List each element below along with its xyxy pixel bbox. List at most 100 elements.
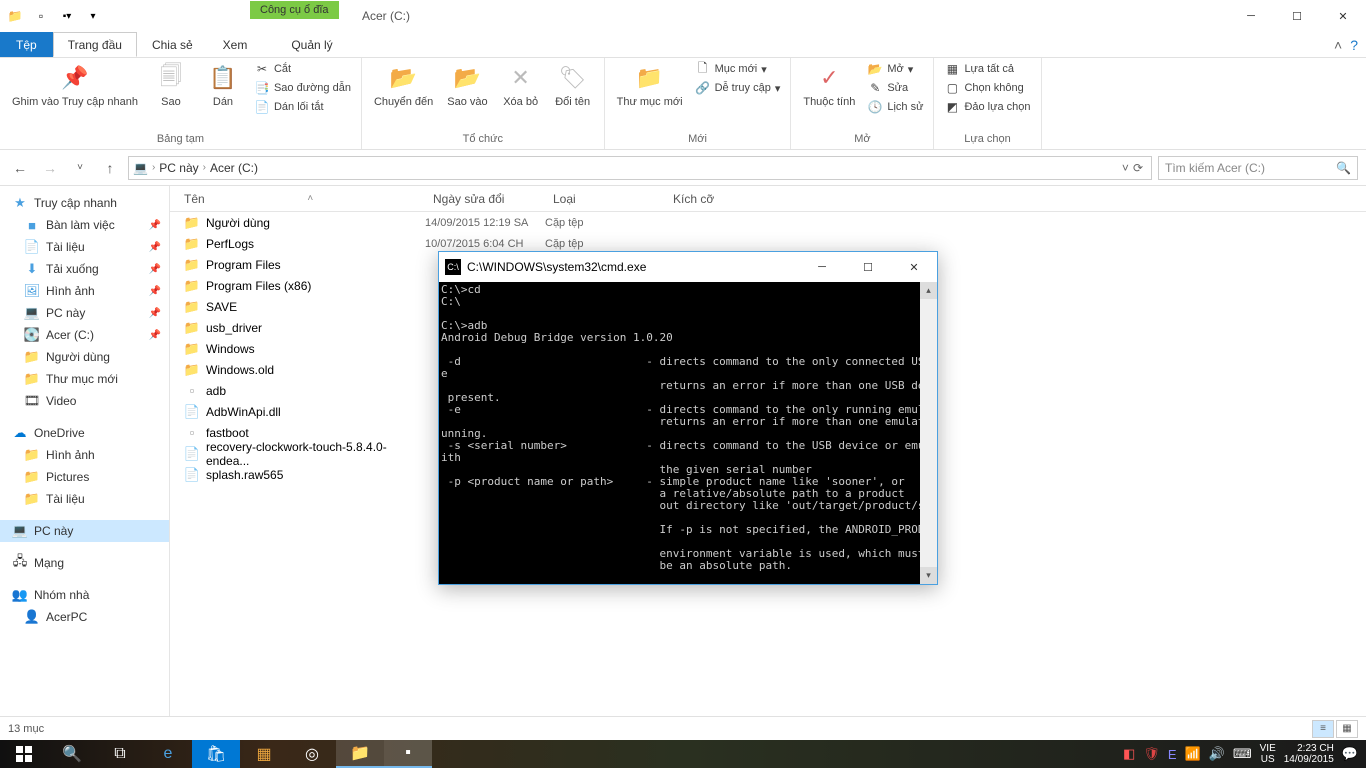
- start-button[interactable]: [0, 740, 48, 768]
- maximize-button[interactable]: ☐: [1274, 0, 1320, 32]
- sidebar-new-folder[interactable]: 📁Thư mục mới: [0, 368, 169, 390]
- cut-button[interactable]: ✂Cắt: [252, 60, 353, 78]
- new-folder-button[interactable]: 📁Thư mục mới: [613, 60, 687, 110]
- paste-shortcut-button[interactable]: 📄Dán lối tắt: [252, 98, 353, 116]
- copy-to-button[interactable]: 📂Sao vào: [443, 60, 491, 110]
- address-dropdown-icon[interactable]: ˅: [1122, 161, 1129, 175]
- cmd-scrollbar[interactable]: ▴ ▾: [920, 282, 937, 584]
- pin-quick-access-button[interactable]: 📌 Ghim vào Truy cập nhanh: [8, 60, 142, 110]
- tab-manage[interactable]: Quản lý: [276, 32, 347, 57]
- antivirus-icon[interactable]: 🛡: [1143, 746, 1160, 762]
- minimize-button[interactable]: ─: [1228, 0, 1274, 32]
- volume-icon[interactable]: 🔊: [1209, 746, 1225, 762]
- input-icon[interactable]: ⌨: [1233, 746, 1252, 762]
- up-button[interactable]: ↑: [98, 156, 122, 180]
- refresh-icon[interactable]: ⟳: [1133, 161, 1143, 175]
- breadcrumb-drive[interactable]: Acer (C:): [210, 161, 258, 175]
- help-icon[interactable]: ?: [1350, 37, 1358, 53]
- copy-button[interactable]: 🗐 Sao: [148, 60, 194, 110]
- sidebar-label: OneDrive: [34, 426, 85, 440]
- cmd-close-button[interactable]: ✕: [891, 252, 937, 282]
- rename-label: Đổi tên: [555, 96, 590, 108]
- cmd-titlebar[interactable]: C:\ C:\WINDOWS\system32\cmd.exe ─ ☐ ✕: [439, 252, 937, 282]
- details-view-button[interactable]: ≡: [1312, 720, 1334, 738]
- cmd-maximize-button[interactable]: ☐: [845, 252, 891, 282]
- wifi-icon[interactable]: 📶: [1184, 746, 1200, 762]
- delete-button[interactable]: ✕Xóa bỏ: [498, 60, 544, 110]
- select-none-button[interactable]: ▢Chọn không: [942, 79, 1032, 97]
- notifications-icon[interactable]: 💬: [1342, 746, 1358, 762]
- open-button[interactable]: 📂Mở ▾: [865, 60, 925, 78]
- sidebar-video[interactable]: 🎞Video: [0, 390, 169, 412]
- column-name[interactable]: Tên˄: [170, 192, 425, 206]
- sidebar-od-pictures[interactable]: 📁Hình ảnh: [0, 444, 169, 466]
- scroll-down-icon[interactable]: ▾: [920, 567, 937, 584]
- search-icon[interactable]: 🔍: [1336, 161, 1351, 175]
- task-view-button[interactable]: ⧉: [96, 740, 144, 768]
- rename-button[interactable]: 🏷Đổi tên: [550, 60, 596, 110]
- sidebar-homegroup[interactable]: 👥Nhóm nhà: [0, 584, 169, 606]
- recent-button[interactable]: ˅: [68, 156, 92, 180]
- explorer-taskbar-button[interactable]: 📁: [336, 740, 384, 768]
- close-button[interactable]: ✕: [1320, 0, 1366, 32]
- invert-selection-button[interactable]: ◩Đảo lựa chọn: [942, 98, 1032, 116]
- tab-view[interactable]: Xem: [208, 32, 263, 57]
- tab-share[interactable]: Chia sẻ: [137, 32, 208, 57]
- search-input[interactable]: Tìm kiếm Acer (C:) 🔍: [1158, 156, 1358, 180]
- edge-button[interactable]: e: [144, 740, 192, 768]
- sidebar-quick-access[interactable]: ★Truy cập nhanh: [0, 192, 169, 214]
- cmd-body[interactable]: C:\>cd C:\ C:\>adb Android Debug Bridge …: [439, 282, 937, 584]
- file-row[interactable]: 📁Người dùng14/09/2015 12:19 SACặp tệp: [170, 212, 1366, 233]
- breadcrumb[interactable]: 💻 › PC này › Acer (C:) ˅ ⟳: [128, 156, 1152, 180]
- forward-button[interactable]: →: [38, 156, 62, 180]
- sidebar-od-documents[interactable]: 📁Tài liệu: [0, 488, 169, 510]
- tray-icon[interactable]: ◧: [1123, 746, 1135, 762]
- paste-button[interactable]: 📋 Dán: [200, 60, 246, 110]
- qat-new-icon[interactable]: ▪▾: [56, 5, 78, 27]
- column-date[interactable]: Ngày sửa đổi: [425, 192, 545, 206]
- sidebar-users[interactable]: 📁Người dùng: [0, 346, 169, 368]
- app-icon: 📁: [4, 5, 26, 27]
- breadcrumb-pc[interactable]: PC này: [159, 161, 198, 175]
- back-button[interactable]: ←: [8, 156, 32, 180]
- easy-access-button[interactable]: 🔗Dễ truy cập ▾: [693, 79, 783, 97]
- sidebar-onedrive[interactable]: ☁OneDrive: [0, 422, 169, 444]
- copy-path-button[interactable]: 📑Sao đường dẫn: [252, 79, 353, 97]
- cmd-minimize-button[interactable]: ─: [799, 252, 845, 282]
- select-all-button[interactable]: ▦Lựa tất cả: [942, 60, 1032, 78]
- sidebar-acerpc[interactable]: 👤AcerPC: [0, 606, 169, 628]
- sidebar-documents[interactable]: 📄Tài liệu📌: [0, 236, 169, 258]
- scroll-up-icon[interactable]: ▴: [920, 282, 937, 299]
- properties-button[interactable]: ✓Thuộc tính: [799, 60, 859, 110]
- app2-button[interactable]: ◎: [288, 740, 336, 768]
- sidebar-network[interactable]: 🖧Mạng: [0, 552, 169, 574]
- sidebar-pictures[interactable]: 🖼Hình ảnh📌: [0, 280, 169, 302]
- cmd-taskbar-button[interactable]: ▪: [384, 740, 432, 768]
- app-button[interactable]: ▦: [240, 740, 288, 768]
- sidebar-acer-c[interactable]: 💽Acer (C:)📌: [0, 324, 169, 346]
- edit-button[interactable]: ✎Sửa: [865, 79, 925, 97]
- store-button[interactable]: 🛍: [192, 740, 240, 768]
- clock[interactable]: 2:23 CH 14/09/2015: [1284, 743, 1334, 765]
- history-button[interactable]: 🕓Lịch sử: [865, 98, 925, 116]
- sidebar-this-pc[interactable]: 💻PC này📌: [0, 302, 169, 324]
- sidebar-downloads[interactable]: ⬇Tải xuống📌: [0, 258, 169, 280]
- chevron-right-icon[interactable]: ›: [203, 162, 206, 173]
- search-button[interactable]: 🔍: [48, 740, 96, 768]
- column-type[interactable]: Loại: [545, 192, 665, 206]
- chevron-right-icon[interactable]: ›: [152, 162, 155, 173]
- sidebar-od-pictures2[interactable]: 📁Pictures: [0, 466, 169, 488]
- qat-props-icon[interactable]: ▫: [30, 5, 52, 27]
- language-indicator[interactable]: VIE US: [1260, 743, 1276, 765]
- tab-file[interactable]: Tệp: [0, 32, 53, 57]
- thumbnails-view-button[interactable]: ▦: [1336, 720, 1358, 738]
- sidebar-desktop[interactable]: ■Bàn làm việc📌: [0, 214, 169, 236]
- tab-home[interactable]: Trang đầu: [53, 32, 137, 57]
- qat-customize-icon[interactable]: ▾: [82, 5, 104, 27]
- tray-app-icon[interactable]: E: [1168, 747, 1177, 762]
- column-size[interactable]: Kích cỡ: [665, 192, 765, 206]
- move-to-button[interactable]: 📂Chuyển đến: [370, 60, 437, 110]
- new-item-button[interactable]: 🗋Mục mới ▾: [693, 60, 783, 78]
- sidebar-this-pc2[interactable]: 💻PC này: [0, 520, 169, 542]
- ribbon-collapse-icon[interactable]: ˄: [1334, 37, 1342, 53]
